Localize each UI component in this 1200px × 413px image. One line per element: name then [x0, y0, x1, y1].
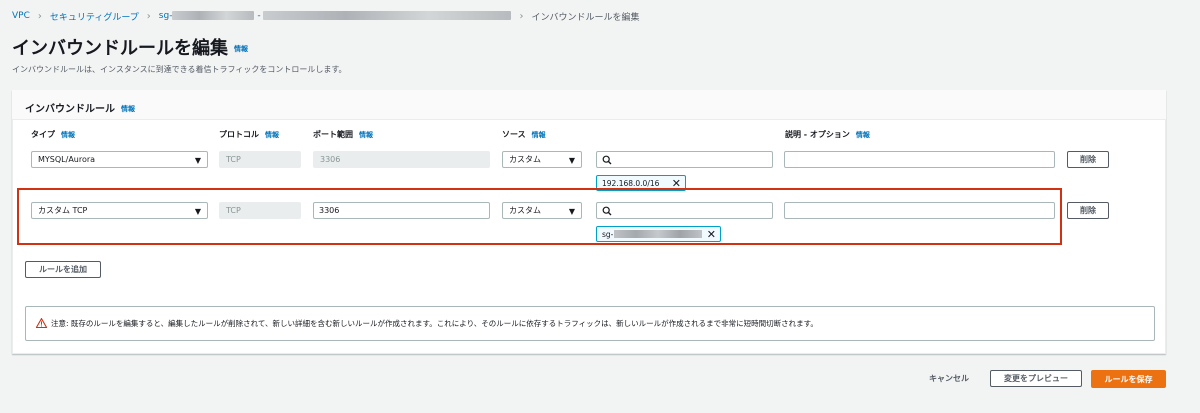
column-protocol-label: プロトコル — [219, 130, 259, 139]
rule-type-value: MYSQL/Aurora — [38, 155, 96, 164]
cancel-button[interactable]: キャンセル — [929, 373, 969, 384]
info-link[interactable]: 情報 — [265, 131, 279, 139]
chevron-right-icon: › — [519, 10, 524, 22]
column-source: ソース 情報 — [502, 129, 546, 140]
breadcrumb-sg-prefix: sg- — [158, 11, 173, 21]
redacted-blur — [614, 230, 703, 238]
description-input[interactable] — [784, 151, 1055, 168]
column-port-range: ポート範囲 情報 — [313, 129, 373, 140]
info-link[interactable]: 情報 — [532, 131, 546, 139]
breadcrumb-security-groups[interactable]: セキュリティグループ — [50, 10, 139, 23]
breadcrumb: VPC › セキュリティグループ › sg- - › インバウンドルールを編集 — [12, 9, 639, 23]
column-source-label: ソース — [502, 130, 526, 139]
info-link[interactable]: 情報 — [121, 105, 135, 113]
source-token-value: sg- — [602, 229, 614, 239]
source-token-value: 192.168.0.0/16 — [602, 178, 660, 188]
port-range-input[interactable]: 3306 — [313, 202, 490, 219]
protocol-field: TCP — [219, 202, 301, 219]
caret-down-icon: ▼ — [568, 156, 575, 165]
rule-type-select[interactable]: カスタム TCP ▼ — [31, 202, 208, 219]
rule-type-select[interactable]: MYSQL/Aurora ▼ — [31, 151, 208, 168]
chevron-right-icon: › — [37, 10, 42, 22]
source-value: カスタム — [509, 155, 541, 164]
save-rules-button[interactable]: ルールを保存 — [1091, 370, 1166, 388]
close-icon[interactable]: ✕ — [707, 228, 716, 241]
chevron-right-icon: › — [146, 10, 151, 22]
breadcrumb-security-group[interactable]: sg- - — [159, 11, 512, 21]
warning-icon — [36, 318, 47, 328]
description-input[interactable] — [784, 202, 1055, 219]
info-link[interactable]: 情報 — [61, 131, 75, 139]
search-icon — [602, 206, 612, 216]
page-title: インバウンドルールを編集 情報 — [12, 34, 248, 60]
port-range-field: 3306 — [313, 151, 490, 168]
source-search-input[interactable] — [596, 151, 773, 168]
breadcrumb-sg-dash: - — [257, 11, 261, 21]
redacted-blur — [172, 11, 255, 20]
column-port-range-label: ポート範囲 — [313, 130, 353, 139]
delete-button[interactable]: 削除 — [1067, 151, 1109, 168]
caret-down-icon: ▼ — [568, 207, 575, 216]
page-description: インバウンドルールは、インスタンスに到達できる着信トラフィックをコントロールしま… — [12, 65, 347, 74]
column-description-label: 説明 - オプション — [785, 130, 850, 139]
column-type-label: タイプ — [31, 130, 55, 139]
info-link[interactable]: 情報 — [234, 45, 248, 53]
source-token: sg- ✕ — [596, 226, 721, 242]
add-rule-button[interactable]: ルールを追加 — [25, 261, 101, 278]
warning-text: 注意: 既存のルールを編集すると、編集したルールが削除されて、新しい詳細を含む新… — [51, 319, 818, 328]
delete-button[interactable]: 削除 — [1067, 202, 1109, 219]
column-protocol: プロトコル 情報 — [219, 129, 279, 140]
panel-title: インバウンドルール 情報 — [25, 100, 135, 115]
caret-down-icon: ▼ — [194, 207, 201, 216]
column-type: タイプ 情報 — [31, 129, 75, 140]
protocol-field: TCP — [219, 151, 301, 168]
info-link[interactable]: 情報 — [359, 131, 373, 139]
column-description: 説明 - オプション 情報 — [785, 129, 870, 140]
breadcrumb-current: インバウンドルールを編集 — [531, 12, 640, 23]
source-value: カスタム — [509, 206, 541, 215]
preview-changes-button[interactable]: 変更をプレビュー — [990, 370, 1082, 387]
source-select[interactable]: カスタム ▼ — [502, 151, 582, 168]
panel-header — [12, 90, 1166, 120]
info-link[interactable]: 情報 — [856, 131, 870, 139]
search-icon — [602, 155, 612, 165]
breadcrumb-vpc[interactable]: VPC — [12, 11, 30, 21]
caret-down-icon: ▼ — [194, 156, 201, 165]
source-search-input[interactable] — [596, 202, 773, 219]
redacted-blur — [263, 11, 512, 20]
source-select[interactable]: カスタム ▼ — [502, 202, 582, 219]
rule-type-value: カスタム TCP — [38, 206, 88, 215]
page-title-text: インバウンドルールを編集 — [12, 38, 228, 59]
panel-title-text: インバウンドルール — [25, 104, 115, 115]
